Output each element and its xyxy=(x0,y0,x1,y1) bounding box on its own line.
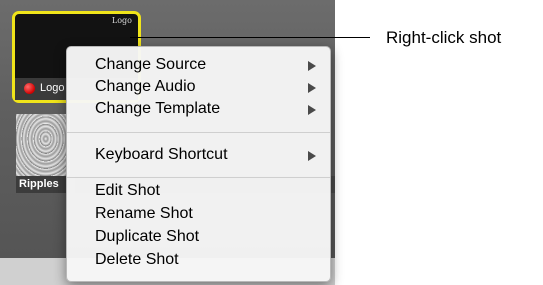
context-menu: Change Source Change Audio Change Templa… xyxy=(66,46,331,282)
menu-item-label: Delete Shot xyxy=(95,251,179,268)
submenu-arrow-icon xyxy=(308,61,316,71)
menu-item-change-source[interactable]: Change Source xyxy=(67,54,330,76)
menu-item-label: Change Template xyxy=(95,100,221,117)
menu-item-label: Change Source xyxy=(95,56,207,73)
callout-line xyxy=(130,37,370,38)
menu-item-label: Duplicate Shot xyxy=(95,228,200,245)
submenu-arrow-icon xyxy=(308,151,316,161)
menu-item-keyboard-shortcut[interactable]: Keyboard Shortcut xyxy=(67,144,330,166)
menu-item-change-audio[interactable]: Change Audio xyxy=(67,76,330,98)
ripple-footer: Ripples xyxy=(16,176,70,193)
callout-label: Right-click shot xyxy=(386,28,502,47)
submenu-arrow-icon xyxy=(308,83,316,93)
ripple-label: Ripples xyxy=(19,178,59,190)
menu-item-label: Rename Shot xyxy=(95,205,193,222)
menu-item-label: Change Audio xyxy=(95,78,196,95)
menu-item-edit-shot[interactable]: Edit Shot xyxy=(67,180,330,202)
submenu-arrow-icon xyxy=(308,105,316,115)
menu-item-change-template[interactable]: Change Template xyxy=(67,98,330,120)
menu-item-delete-shot[interactable]: Delete Shot xyxy=(67,249,330,271)
menu-item-rename-shot[interactable]: Rename Shot xyxy=(67,203,330,225)
menu-item-label: Edit Shot xyxy=(95,182,160,199)
menu-item-label: Keyboard Shortcut xyxy=(95,146,228,163)
menu-separator xyxy=(67,132,330,133)
shot-title-overlay: Logo xyxy=(111,16,132,25)
menu-item-duplicate-shot[interactable]: Duplicate Shot xyxy=(67,226,330,248)
shot-label: Logo xyxy=(40,82,65,94)
shot-thumbnail-ripples[interactable] xyxy=(16,114,70,176)
menu-separator xyxy=(67,177,330,178)
live-indicator-icon xyxy=(24,83,35,94)
